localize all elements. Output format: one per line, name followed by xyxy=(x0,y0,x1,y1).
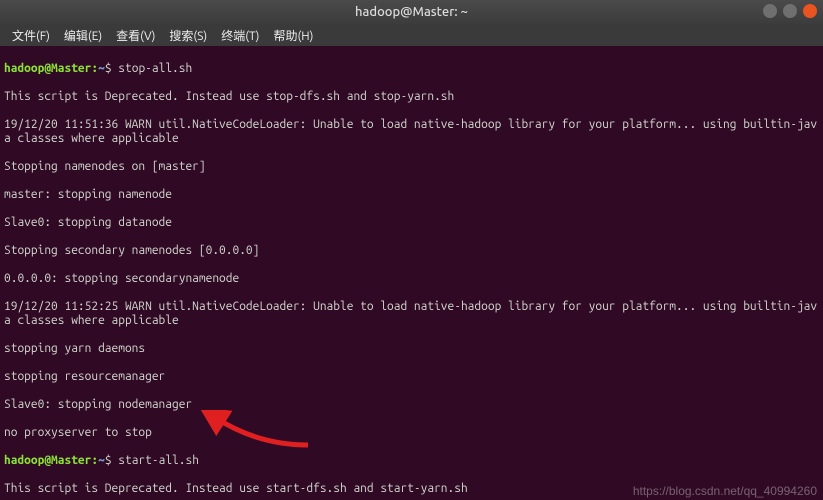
menu-edit[interactable]: 编辑(E) xyxy=(58,25,108,46)
watermark: https://blog.csdn.net/qq_40994260 xyxy=(633,484,817,498)
output-line: stopping yarn daemons xyxy=(4,342,819,356)
output-line: 19/12/20 11:51:36 WARN util.NativeCodeLo… xyxy=(4,118,819,146)
prompt-path: ~ xyxy=(98,62,105,75)
output-line: 19/12/20 11:52:25 WARN util.NativeCodeLo… xyxy=(4,300,819,328)
prompt-line: hadoop@Master:~$ stop-all.sh xyxy=(4,62,819,76)
menu-search[interactable]: 搜索(S) xyxy=(163,25,213,46)
minimize-button[interactable] xyxy=(763,4,777,18)
output-line: 0.0.0.0: stopping secondarynamenode xyxy=(4,272,819,286)
terminal-output[interactable]: hadoop@Master:~$ stop-all.sh This script… xyxy=(0,46,823,500)
output-line: master: stopping namenode xyxy=(4,188,819,202)
menu-terminal[interactable]: 终端(T) xyxy=(215,25,265,46)
output-line: Stopping secondary namenodes [0.0.0.0] xyxy=(4,244,819,258)
menubar: 文件(F) 编辑(E) 查看(V) 搜索(S) 终端(T) 帮助(H) xyxy=(0,24,823,46)
menu-help[interactable]: 帮助(H) xyxy=(267,25,319,46)
command-text: start-all.sh xyxy=(112,454,199,467)
prompt-userhost: hadoop@Master xyxy=(4,62,91,75)
command-text: stop-all.sh xyxy=(112,62,193,75)
output-line: Slave0: stopping datanode xyxy=(4,216,819,230)
output-line: Slave0: stopping nodemanager xyxy=(4,398,819,412)
window-controls xyxy=(763,4,817,18)
menu-view[interactable]: 查看(V) xyxy=(110,25,161,46)
maximize-button[interactable] xyxy=(783,4,797,18)
prompt-line: hadoop@Master:~$ start-all.sh xyxy=(4,454,819,468)
window-title: hadoop@Master: ~ xyxy=(355,5,468,19)
output-line: no proxyserver to stop xyxy=(4,426,819,440)
close-button[interactable] xyxy=(803,4,817,18)
output-line: stopping resourcemanager xyxy=(4,370,819,384)
output-line: This script is Deprecated. Instead use s… xyxy=(4,90,819,104)
output-line: Stopping namenodes on [master] xyxy=(4,160,819,174)
menu-file[interactable]: 文件(F) xyxy=(6,25,56,46)
titlebar: hadoop@Master: ~ xyxy=(0,0,823,24)
